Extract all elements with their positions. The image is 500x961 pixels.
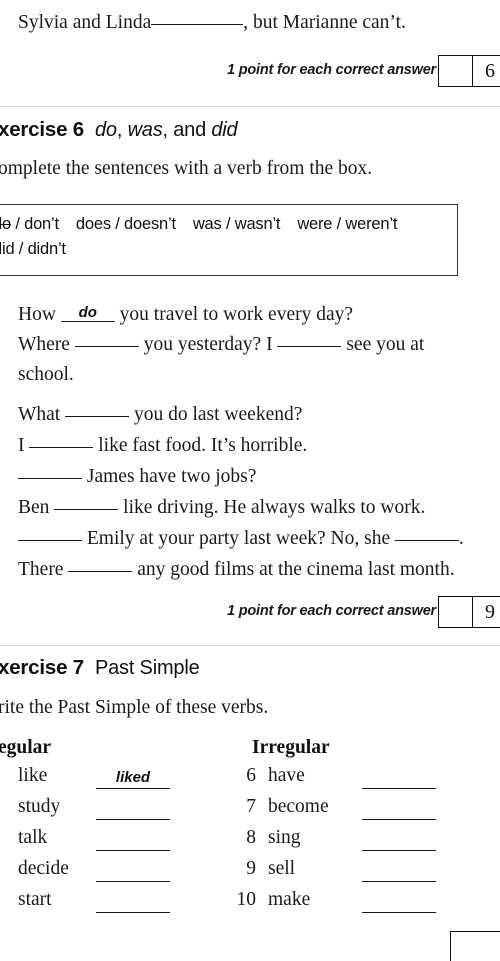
word-option-does[interactable]: does / doesn’t — [76, 215, 176, 233]
score-input-cell[interactable] — [439, 597, 473, 627]
exercise6-word-box: do / don’t does / doesn’t was / wasn’t were… — [0, 204, 458, 276]
irregular-verb-blank[interactable] — [362, 799, 436, 820]
score-input-cell[interactable] — [439, 56, 473, 86]
exercise6-answer-1[interactable]: do — [60, 304, 115, 322]
irregular-verb-number: 6 — [246, 765, 256, 786]
irregular-verb-blank[interactable] — [362, 768, 436, 789]
exercise6-item-2-line2: school. — [18, 364, 74, 385]
irregular-verb-row-1: 6 have — [0, 765, 500, 796]
exercise6-title: do, was, and did — [94, 119, 238, 141]
irregular-verb-blank[interactable] — [362, 830, 436, 851]
exercise6-blank-5[interactable] — [18, 478, 82, 479]
exercise6-blank-2a[interactable] — [74, 346, 139, 347]
exercise7-instruction: rite the Past Simple of these verbs. — [0, 697, 269, 718]
exercise7-heading: xercise 7 Past Simple — [0, 656, 200, 680]
regular-column-heading: egular — [0, 737, 52, 758]
exercise6-number: xercise 6 — [0, 118, 84, 141]
exercise6-item-4: I like fast food. It’s horrible. — [18, 435, 308, 456]
exercise6-item-2-line1: Where you yesterday? I see you at — [18, 334, 425, 355]
carryover-sentence: Sylvia and Linda , but Marianne can’t. — [18, 8, 406, 38]
score-label: 1 point for each correct answer — [227, 603, 436, 619]
exercise6-item-6: Ben like driving. He always walks to wor… — [18, 497, 426, 518]
score-label: 1 point for each correct answer — [227, 62, 436, 78]
word-box-line-1: do / don’t does / doesn’t was / wasn’t were… — [0, 212, 457, 237]
irregular-verb-blank[interactable] — [362, 861, 436, 882]
exercise6-blank-8[interactable] — [68, 571, 133, 572]
exercise6-item-8: There any good films at the cinema last … — [18, 559, 455, 580]
answer-blank[interactable] — [151, 24, 244, 25]
irregular-verb-row-2: 7 become — [0, 796, 500, 827]
exercise6-blank-7a[interactable] — [18, 540, 82, 541]
score-total-cell: 9 — [485, 600, 495, 623]
irregular-verb-word: sell — [268, 858, 296, 879]
irregular-verb-number: 8 — [246, 827, 256, 848]
exercise6-item-7: Emily at your party last week? No, she . — [18, 524, 464, 554]
exercise6-blank-2b[interactable] — [277, 346, 342, 347]
irregular-verb-word: sing — [268, 827, 301, 848]
irregular-verb-word: have — [268, 765, 305, 786]
word-box-content: do / don’t does / doesn’t was / wasn’t were… — [0, 205, 457, 262]
irregular-verb-word: become — [268, 796, 329, 817]
exercise6-blank-3[interactable] — [65, 416, 130, 417]
exercise6-heading: xercise 6 do, was, and did — [0, 118, 238, 142]
exercise6-item-1: How do you travel to work every day? — [18, 304, 354, 325]
exercise6-blank-4[interactable] — [29, 447, 94, 448]
irregular-verb-word: make — [268, 889, 311, 910]
exercise7-number: xercise 7 — [0, 656, 84, 679]
irregular-verb-number: 7 — [246, 796, 256, 817]
section-divider-exercise6 — [0, 106, 500, 107]
exercise6-instruction: omplete the sentences with a verb from t… — [0, 158, 373, 179]
score-box-partial-bottom — [450, 931, 500, 961]
word-option-were[interactable]: were / weren’t — [297, 215, 397, 233]
score-box: 9 — [438, 596, 500, 628]
word-option-was[interactable]: was / wasn’t — [193, 215, 281, 233]
word-option-did[interactable]: did / didn’t — [0, 240, 66, 258]
word-option-do[interactable]: do / don’t — [0, 215, 59, 233]
carryover-sentence-before: Sylvia and Linda — [18, 12, 152, 33]
score-box: 6 — [438, 55, 500, 87]
word-box-line-2: did / didn’t — [0, 237, 457, 262]
exercise6-blank-6[interactable] — [54, 509, 119, 510]
exercise6-blank-7b[interactable] — [395, 540, 459, 541]
irregular-verb-blank[interactable] — [362, 892, 436, 913]
score-total-cell: 6 — [485, 59, 495, 82]
section-divider-exercise7 — [0, 645, 500, 646]
irregular-verb-number: 9 — [246, 858, 256, 879]
exercise7-title: Past Simple — [94, 657, 200, 679]
irregular-verb-row-4: 9 sell — [0, 858, 500, 889]
irregular-verb-number: 10 — [236, 889, 257, 910]
word-option-do-struck: do — [0, 215, 11, 233]
irregular-verb-row-5: 10 make — [0, 889, 500, 920]
score-row-exercise6: 1 point for each correct answer 9 — [0, 596, 500, 630]
exercise6-item-3: What you do last weekend? — [18, 404, 303, 425]
exercise6-item-5: James have two jobs? — [18, 462, 256, 492]
worksheet-page: Sylvia and Linda , but Marianne can’t. 1 … — [0, 0, 500, 961]
carryover-sentence-after: , but Marianne can’t. — [243, 12, 406, 33]
score-row-exercise5: 1 point for each correct answer 6 — [0, 55, 500, 89]
irregular-verb-row-3: 8 sing — [0, 827, 500, 858]
irregular-column-heading: Irregular — [252, 737, 330, 758]
